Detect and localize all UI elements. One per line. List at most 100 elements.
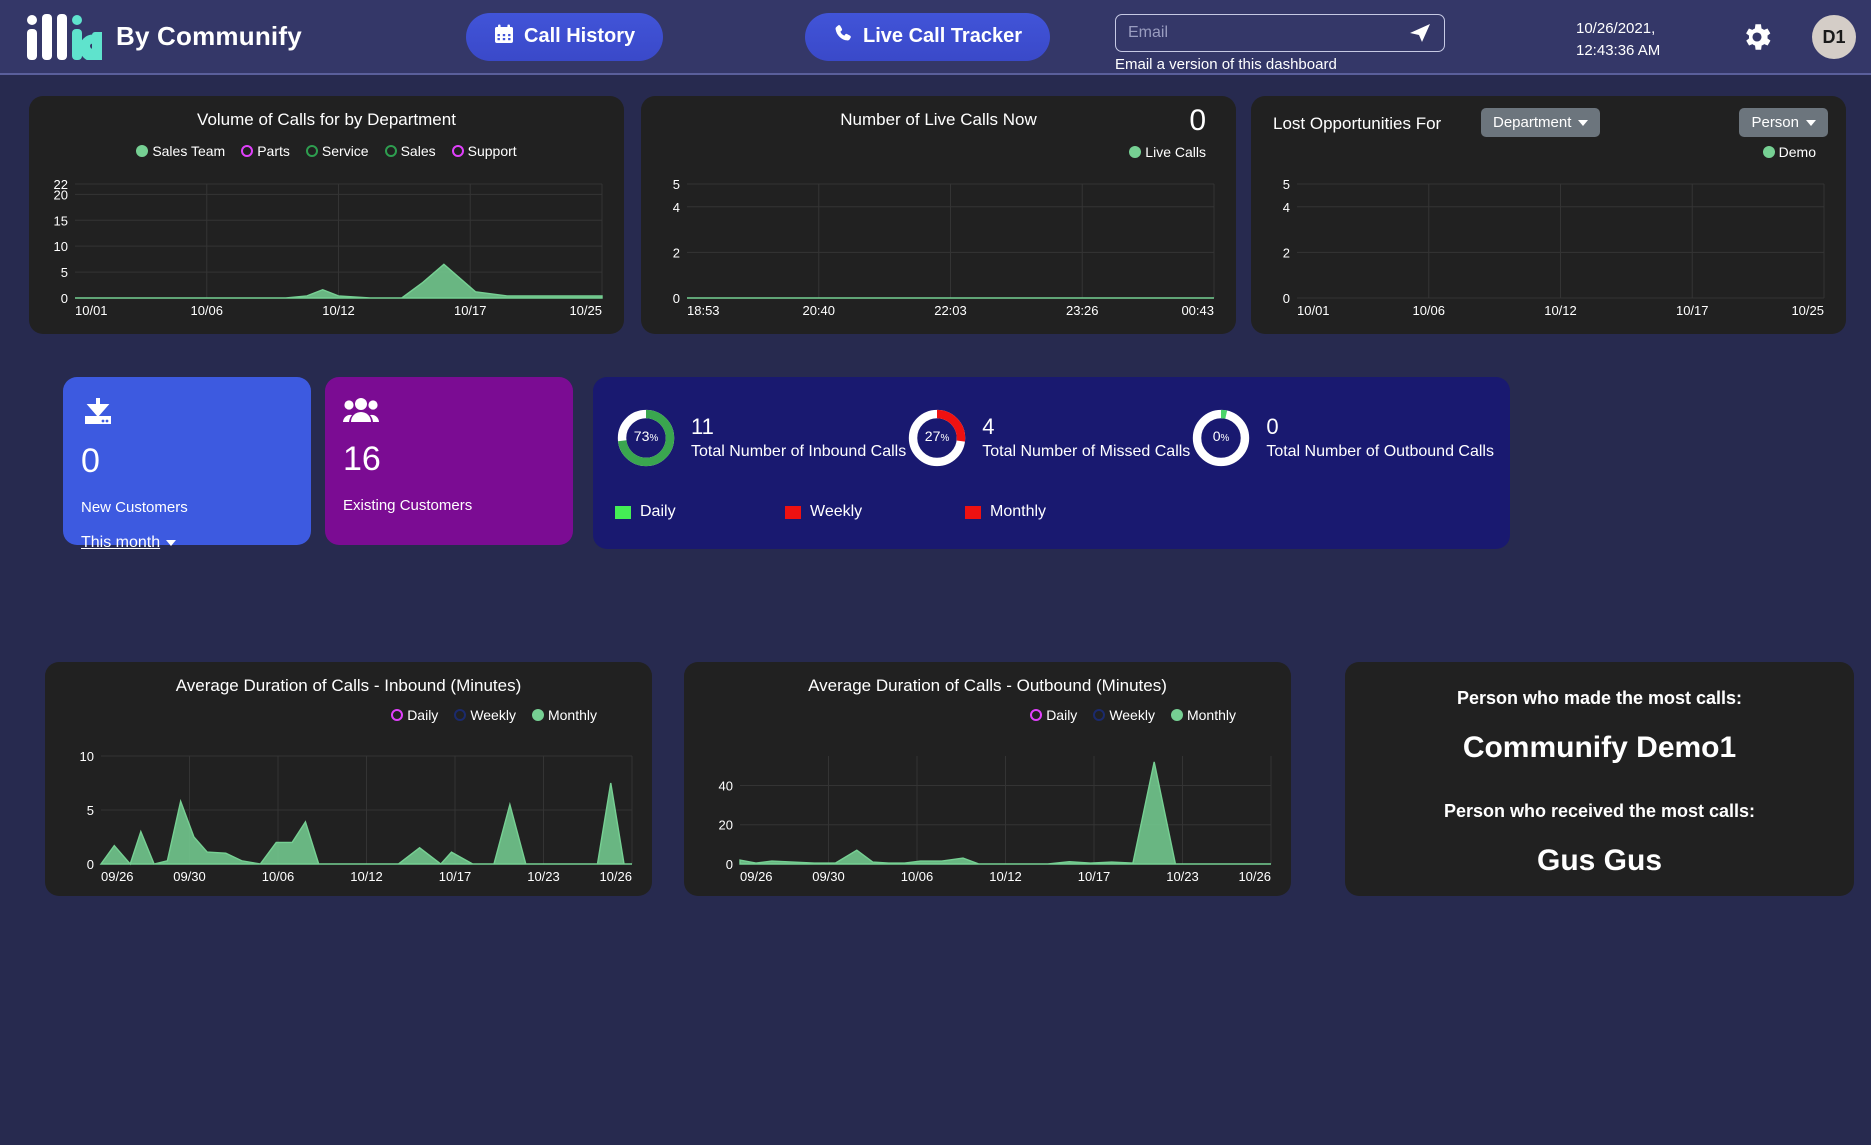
outbound-duration-panel: Average Duration of Calls - Outbound (Mi… <box>684 662 1291 896</box>
app-header: By Communify Call History Live Call Trac… <box>0 0 1871 75</box>
svg-text:23:26: 23:26 <box>1066 303 1099 318</box>
inbound-duration-panel: Average Duration of Calls - Inbound (Min… <box>45 662 652 896</box>
legend-item-sales[interactable]: Sales <box>384 143 436 159</box>
legend-item-daily[interactable]: Daily <box>1030 707 1077 723</box>
svg-text:10/06: 10/06 <box>901 869 934 884</box>
legend-marker-icon <box>451 145 464 157</box>
svg-text:10/01: 10/01 <box>75 303 108 318</box>
existing-customers-caption: Existing Customers <box>343 497 473 514</box>
inbound-donut-icon: 73% <box>617 409 675 467</box>
inbound-calls-stat: 73% 11 Total Number of Inbound Calls <box>615 407 906 469</box>
svg-text:10/23: 10/23 <box>527 869 560 884</box>
person-dropdown[interactable]: Person <box>1739 108 1828 137</box>
avatar[interactable]: D1 <box>1812 15 1856 59</box>
svg-text:10/23: 10/23 <box>1166 869 1199 884</box>
legend-marker-icon <box>1762 146 1775 158</box>
email-note: Email a version of this dashboard <box>1115 56 1337 73</box>
svg-text:10/06: 10/06 <box>1412 303 1445 318</box>
department-dropdown-label: Department <box>1493 114 1572 131</box>
gear-icon[interactable] <box>1740 20 1774 59</box>
svg-text:4: 4 <box>1283 200 1290 215</box>
svg-text:2: 2 <box>1283 245 1290 260</box>
legend-item-daily[interactable]: Daily <box>615 503 785 521</box>
download-inbox-icon <box>81 398 115 431</box>
legend-item-weekly[interactable]: Weekly <box>785 503 965 521</box>
inbound-chart-title: Average Duration of Calls - Inbound (Min… <box>175 676 522 695</box>
most-calls-received-label: Person who received the most calls: <box>1443 801 1756 821</box>
lost-chart-title: Lost Opportunities For <box>1273 114 1442 133</box>
legend-item-service[interactable]: Service <box>305 143 369 159</box>
new-customers-tile[interactable]: 0 New Customers This month <box>63 377 311 551</box>
legend-item-parts[interactable]: Parts <box>241 143 290 159</box>
svg-text:73%: 73% <box>634 428 659 444</box>
new-customers-value: 0 <box>81 442 100 480</box>
legend-item-sales-team[interactable]: Sales Team <box>136 143 225 159</box>
legend-label: Support <box>467 143 517 159</box>
svg-text:5: 5 <box>673 177 680 192</box>
svg-text:5: 5 <box>61 265 68 280</box>
legend-marker-icon <box>1093 709 1106 721</box>
send-icon[interactable] <box>1396 22 1444 44</box>
svg-text:18:53: 18:53 <box>687 303 720 318</box>
svg-text:09/30: 09/30 <box>812 869 845 884</box>
svg-text:5: 5 <box>87 803 94 818</box>
legend-marker-icon <box>384 145 397 157</box>
svg-text:10/17: 10/17 <box>439 869 472 884</box>
svg-text:4: 4 <box>673 200 680 215</box>
call-history-label: Call History <box>524 25 636 47</box>
svg-text:0: 0 <box>726 857 733 872</box>
legend-label: Daily <box>1046 707 1078 723</box>
legend-marker-icon <box>241 145 254 157</box>
svg-text:0: 0 <box>61 291 68 306</box>
legend-item-daily[interactable]: Daily <box>391 707 438 723</box>
svg-text:00:43: 00:43 <box>1181 303 1214 318</box>
svg-text:09/26: 09/26 <box>740 869 773 884</box>
people-group-icon <box>343 398 379 429</box>
email-input[interactable] <box>1116 24 1396 42</box>
svg-text:10/26: 10/26 <box>599 869 632 884</box>
legend-item-support[interactable]: Support <box>451 143 517 159</box>
legend-item-demo[interactable]: Demo <box>1762 144 1816 160</box>
svg-text:10/26: 10/26 <box>1238 869 1271 884</box>
volume-of-calls-plot: 10/01 10/06 10/12 10/17 10/252220151050 <box>54 177 603 318</box>
legend-marker-icon <box>1030 709 1043 721</box>
chevron-down-icon <box>166 540 177 546</box>
donut-row: 73% 11 Total Number of Inbound Calls 27%… <box>593 377 1510 469</box>
calendar-icon <box>494 24 514 50</box>
call-totals-panel: 73% 11 Total Number of Inbound Calls 27%… <box>593 377 1510 549</box>
legend-item-monthly[interactable]: Monthly <box>965 503 1046 521</box>
call-history-button[interactable]: Call History <box>466 12 664 61</box>
legend-label: Weekly <box>810 503 863 520</box>
svg-text:5: 5 <box>1283 177 1290 192</box>
most-calls-made-name: Communify Demo1 <box>1462 731 1737 764</box>
svg-text:10/25: 10/25 <box>1791 303 1824 318</box>
new-customers-period-selector[interactable]: This month <box>81 534 177 552</box>
legend-label: Daily <box>407 707 439 723</box>
live-calls-plot: 18:53 20:40 22:03 23:26 00:43 5 4 2 0 <box>673 177 1215 318</box>
svg-text:22:03: 22:03 <box>934 303 967 318</box>
logo-area: By Communify <box>24 13 302 60</box>
svg-text:09/26: 09/26 <box>101 869 134 884</box>
svg-text:10/17: 10/17 <box>1676 303 1709 318</box>
live-calls-panel: Number of Live Calls Now 0 Live Calls 18… <box>641 96 1236 334</box>
phone-icon <box>833 24 853 50</box>
svg-text:20: 20 <box>719 818 733 833</box>
most-calls-received-name: Gus Gus <box>1536 844 1663 877</box>
svg-text:10/12: 10/12 <box>989 869 1022 884</box>
time-text: 12:43:36 AM <box>1576 41 1661 59</box>
legend-item-monthly[interactable]: Monthly <box>531 707 597 723</box>
legend-label: Weekly <box>470 707 516 723</box>
legend-item-live-calls[interactable]: Live Calls <box>1129 144 1206 160</box>
person-dropdown-label: Person <box>1751 114 1799 131</box>
legend-item-weekly[interactable]: Weekly <box>1093 707 1155 723</box>
email-dashboard-area: Email a version of this dashboard <box>1115 14 1445 73</box>
svg-text:40: 40 <box>719 778 733 793</box>
legend-item-monthly[interactable]: Monthly <box>1170 707 1236 723</box>
existing-customers-tile[interactable]: 16 Existing Customers <box>325 377 573 545</box>
legend-item-weekly[interactable]: Weekly <box>454 707 516 723</box>
department-dropdown[interactable]: Department <box>1481 108 1601 137</box>
live-call-tracker-button[interactable]: Live Call Tracker <box>805 12 1050 61</box>
brand-name: By Communify <box>116 21 302 51</box>
legend-label: Demo <box>1778 144 1816 160</box>
missed-calls-label: Total Number of Missed Calls <box>982 443 1191 461</box>
